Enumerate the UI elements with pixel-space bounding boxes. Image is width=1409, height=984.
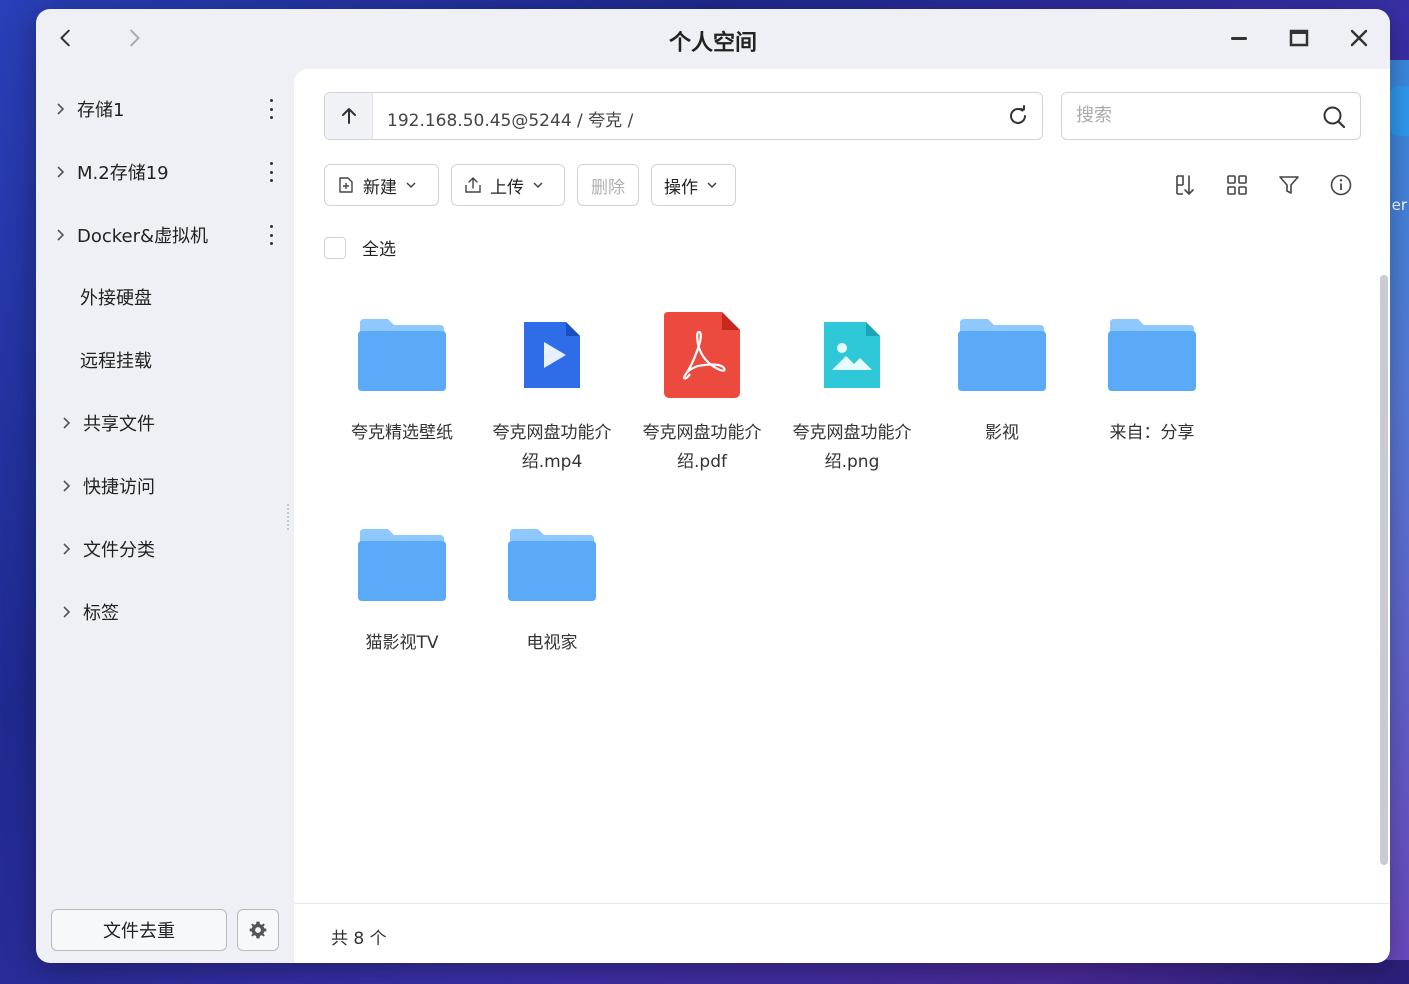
sidebar-item-remote-mount[interactable]: 远程挂载 <box>80 340 302 380</box>
sidebar-item-shared-files[interactable]: 共享文件 <box>60 403 282 443</box>
select-all-checkbox[interactable] <box>324 236 346 259</box>
minimize-button[interactable] <box>1226 25 1252 51</box>
sidebar-item-label: Docker&虚拟机 <box>77 226 209 247</box>
sidebar-item-label: 标签 <box>83 603 119 624</box>
sidebar-item-label: M.2存储19 <box>77 163 169 184</box>
close-icon <box>1350 29 1368 47</box>
pdf-file-icon <box>652 305 752 405</box>
path-bar[interactable]: 192.168.50.45@5244 / 夸克 / <box>324 92 1043 140</box>
titlebar: 个人空间 <box>36 9 1390 69</box>
file-item-folder[interactable]: 来自：分享 <box>1082 305 1222 448</box>
file-name: 电视家 <box>526 633 578 653</box>
sidebar-resize-handle[interactable] <box>287 504 289 530</box>
search-box[interactable] <box>1061 92 1361 140</box>
file-item-pdf[interactable]: 夸克网盘功能介绍.pdf <box>632 305 772 477</box>
folder-icon <box>1102 305 1202 405</box>
file-name: 影视 <box>985 423 1019 443</box>
minimize-icon <box>1231 37 1247 40</box>
file-name: 夸克网盘功能介绍.mp4 <box>492 423 612 472</box>
chevron-right-icon <box>60 416 74 430</box>
gear-icon <box>249 921 267 939</box>
chevron-right-icon <box>54 102 68 116</box>
sort-icon[interactable] <box>1173 173 1197 197</box>
folder-icon <box>952 305 1052 405</box>
upload-icon <box>465 177 481 193</box>
file-name: 来自：分享 <box>1109 423 1195 443</box>
file-item-video[interactable]: 夸克网盘功能介绍.mp4 <box>482 305 622 477</box>
file-name: 夸克网盘功能介绍.pdf <box>642 423 762 472</box>
new-button-label: 新建 <box>363 177 397 198</box>
settings-button[interactable] <box>237 909 279 951</box>
sidebar-item-external-disk[interactable]: 外接硬盘 <box>80 277 302 317</box>
upload-button[interactable]: 上传 <box>451 164 565 206</box>
file-item-folder[interactable]: 猫影视TV <box>332 515 472 658</box>
path-text: 192.168.50.45@5244 / 夸克 / <box>387 111 634 131</box>
close-button[interactable] <box>1346 25 1372 51</box>
file-item-folder[interactable]: 电视家 <box>482 515 622 658</box>
action-button[interactable]: 操作 <box>651 164 736 206</box>
window-title: 个人空间 <box>668 31 757 56</box>
main-panel: 192.168.50.45@5244 / 夸克 / 新建 上传 删除 操作 <box>294 69 1390 963</box>
sidebar-item-label: 文件分类 <box>83 540 155 561</box>
more-vertical-icon[interactable] <box>266 162 276 182</box>
sidebar-item-label: 外接硬盘 <box>80 288 152 309</box>
search-input[interactable] <box>1076 105 1316 126</box>
chevron-down-icon <box>533 182 543 189</box>
sidebar-item-file-category[interactable]: 文件分类 <box>60 529 282 569</box>
sidebar: 存储1 M.2存储19 Docker&虚拟机 外接硬盘 远程挂载 共享文件 快捷… <box>36 69 294 963</box>
sidebar-item-m2-storage19[interactable]: M.2存储19 <box>54 152 276 192</box>
refresh-icon[interactable] <box>1006 104 1030 128</box>
chevron-right-icon <box>60 479 74 493</box>
folder-icon <box>352 515 452 615</box>
file-item-folder[interactable]: 夸克精选壁纸 <box>332 305 472 448</box>
sidebar-item-label: 存储1 <box>77 100 125 121</box>
file-name: 猫影视TV <box>365 633 439 653</box>
sidebar-item-tags[interactable]: 标签 <box>60 592 282 632</box>
sidebar-item-docker-vm[interactable]: Docker&虚拟机 <box>54 215 276 255</box>
delete-button[interactable]: 删除 <box>577 164 639 206</box>
info-icon[interactable] <box>1329 173 1353 197</box>
file-name: 夸克精选壁纸 <box>351 423 453 443</box>
sidebar-item-quick-access[interactable]: 快捷访问 <box>60 466 282 506</box>
maximize-icon <box>1289 29 1309 47</box>
action-button-label: 操作 <box>664 177 698 198</box>
scrollbar[interactable] <box>1380 275 1388 865</box>
more-vertical-icon[interactable] <box>266 99 276 119</box>
more-vertical-icon[interactable] <box>266 225 276 245</box>
file-item-folder[interactable]: 影视 <box>932 305 1072 448</box>
maximize-button[interactable] <box>1286 25 1312 51</box>
folder-icon <box>502 515 602 615</box>
sidebar-item-storage1[interactable]: 存储1 <box>54 89 276 129</box>
file-item-image[interactable]: 夸克网盘功能介绍.png <box>782 305 922 477</box>
folder-icon <box>352 305 452 405</box>
sidebar-item-label: 共享文件 <box>83 414 155 435</box>
sidebar-item-label: 远程挂载 <box>80 351 152 372</box>
desktop-app-icon[interactable] <box>1389 86 1409 136</box>
grid-view-icon[interactable] <box>1225 173 1249 197</box>
file-manager-window: 个人空间 存储1 M.2存储19 Docker&虚拟机 外接硬盘 远程挂载 共享… <box>36 9 1390 963</box>
file-name: 夸克网盘功能介绍.png <box>792 423 912 472</box>
search-icon[interactable] <box>1322 105 1346 129</box>
upload-button-label: 上传 <box>490 177 524 198</box>
status-footer: 共 8 个 <box>294 903 1390 963</box>
image-file-icon <box>802 305 902 405</box>
chevron-down-icon <box>707 182 717 189</box>
dedup-button[interactable]: 文件去重 <box>51 909 227 951</box>
desktop-label-partial: er <box>1391 196 1407 214</box>
filter-icon[interactable] <box>1277 173 1301 197</box>
new-button[interactable]: 新建 <box>324 164 439 206</box>
arrow-up-icon <box>341 108 356 124</box>
chevron-down-icon <box>406 182 416 189</box>
sidebar-item-label: 快捷访问 <box>83 477 155 498</box>
select-all[interactable]: 全选 <box>324 235 396 260</box>
chevron-right-icon <box>54 165 68 179</box>
chevron-right-icon <box>60 542 74 556</box>
chevron-right-icon <box>54 228 68 242</box>
chevron-right-icon <box>60 605 74 619</box>
new-file-icon <box>339 177 353 193</box>
select-all-label: 全选 <box>362 240 396 260</box>
video-file-icon <box>502 305 602 405</box>
parent-folder-button[interactable] <box>325 93 373 139</box>
item-count: 共 8 个 <box>331 929 387 949</box>
